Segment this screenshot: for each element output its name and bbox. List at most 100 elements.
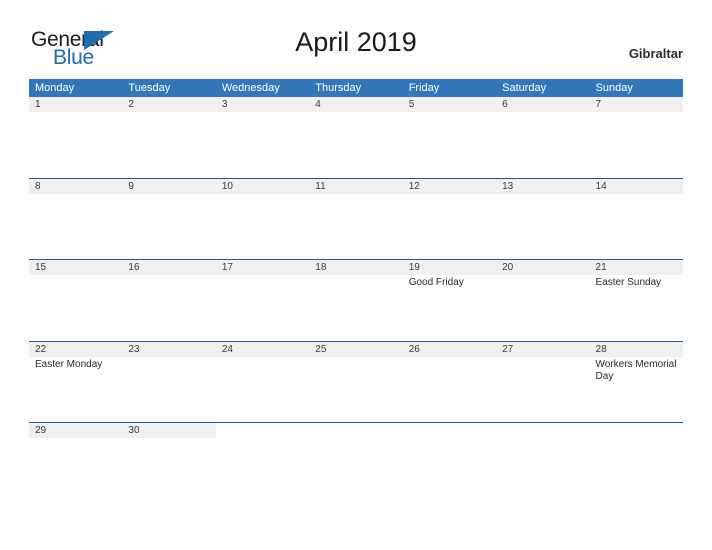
calendar-day-number: 9 xyxy=(128,180,134,192)
calendar-day-number: 16 xyxy=(128,262,140,273)
calendar-day-number: 22 xyxy=(35,343,47,355)
calendar-day-events xyxy=(216,357,309,359)
calendar-day-events xyxy=(29,438,122,440)
calendar-day-cell[interactable]: 4 xyxy=(309,97,403,178)
calendar-day-events xyxy=(403,194,496,196)
calendar-day-cell[interactable]: 16 xyxy=(122,260,216,341)
weekday-header-saturday: Saturday xyxy=(502,82,547,94)
region-label: Gibraltar xyxy=(628,46,683,61)
calendar-day-number: 21 xyxy=(595,262,607,273)
calendar-day-events xyxy=(496,194,589,196)
calendar-week-cells: 15 16 17 18 19 Good Friday 20 21 Easter Sunday xyxy=(29,260,683,341)
calendar-weeks: 1 2 3 4 5 6 7 8 9 10 11 12 13 14 15 16 17 18 19 Good Friday… xyxy=(29,97,683,463)
calendar-day-number: 25 xyxy=(315,343,327,355)
calendar-day-events: Workers Memorial Day xyxy=(590,357,683,384)
calendar-day-number: 28 xyxy=(595,343,607,355)
calendar-day-number: 29 xyxy=(35,425,47,436)
calendar-day-events xyxy=(122,275,215,277)
calendar-day-cell[interactable]: 14 xyxy=(589,178,683,259)
page-title: April 2019 xyxy=(295,27,417,57)
calendar-day-number: 23 xyxy=(128,343,140,355)
calendar-event-label: Easter Monday xyxy=(35,358,103,370)
calendar-day-cell[interactable]: 9 xyxy=(122,178,216,259)
calendar-day-number: 15 xyxy=(35,262,47,273)
calendar-day-events xyxy=(496,112,589,114)
calendar-day-number: 12 xyxy=(408,180,420,192)
calendar-week-cells: 22 Easter Monday 23 24 25 26 27 28 Workers Memor… xyxy=(29,341,683,422)
calendar-day-number: 1 xyxy=(35,99,41,110)
calendar-day-number: 27 xyxy=(502,343,514,355)
calendar-day-cell[interactable]: 1 xyxy=(29,97,123,178)
calendar-event-label: Easter Sunday xyxy=(595,277,662,288)
calendar-day-events xyxy=(309,357,402,359)
weekday-header-row: Monday Tuesday Wednesday Thursday Friday… xyxy=(29,79,683,97)
calendar-day-cell[interactable]: 17 xyxy=(215,260,310,341)
calendar-day-cell-empty xyxy=(215,423,310,463)
calendar-day-cell[interactable]: 24 xyxy=(215,341,310,422)
calendar-day-events xyxy=(122,438,215,440)
calendar-day-cell[interactable]: 5 xyxy=(402,97,497,178)
calendar-event-label: Good Friday xyxy=(408,277,464,288)
calendar-week-row: 8 9 10 11 12 13 14 xyxy=(29,177,683,259)
calendar-day-events xyxy=(216,112,309,114)
calendar-day-cell[interactable]: 3 xyxy=(215,97,310,178)
calendar-day-cell[interactable]: 7 xyxy=(589,97,683,178)
calendar-day-number: 30 xyxy=(128,425,140,436)
calendar-day-cell[interactable]: 20 xyxy=(496,260,590,341)
calendar-day-events: Easter Monday xyxy=(29,357,122,372)
calendar-day-cell[interactable]: 22 Easter Monday xyxy=(29,341,123,422)
calendar-day-events xyxy=(403,357,496,359)
calendar-day-events xyxy=(29,112,122,114)
weekday-header-friday: Friday xyxy=(408,82,440,94)
weekday-header-wednesday: Wednesday xyxy=(221,82,280,94)
calendar-day-cell[interactable]: 29 xyxy=(29,423,123,463)
calendar-day-number: 24 xyxy=(221,343,233,355)
calendar-day-events xyxy=(590,423,683,425)
calendar-day-cell[interactable]: 18 xyxy=(309,260,403,341)
calendar-day-cell[interactable]: 30 xyxy=(122,423,216,463)
calendar-day-cell[interactable]: 26 xyxy=(402,341,497,422)
calendar-day-events xyxy=(590,112,683,114)
page-header: General Blue April 2019 Gibraltar xyxy=(0,0,712,75)
calendar-day-cell[interactable]: 6 xyxy=(496,97,590,178)
calendar-day-events xyxy=(29,275,122,277)
calendar-day-events xyxy=(309,112,402,114)
calendar-day-cell[interactable]: 21 Easter Sunday xyxy=(589,260,683,341)
calendar-day-events xyxy=(309,275,402,277)
calendar-day-events xyxy=(122,357,215,359)
calendar-day-number: 2 xyxy=(128,99,134,110)
calendar-day-number: 5 xyxy=(408,99,415,110)
calendar-day-cell[interactable]: 15 xyxy=(29,260,123,341)
calendar-day-number: 3 xyxy=(221,99,228,110)
calendar-day-cell[interactable]: 28 Workers Memorial Day xyxy=(589,341,683,422)
calendar-week-cells: 1 2 3 4 5 6 7 xyxy=(29,97,683,178)
calendar-day-number: 6 xyxy=(502,99,508,110)
calendar-day-events xyxy=(496,357,589,359)
calendar-day-cell[interactable]: 25 xyxy=(309,341,403,422)
calendar-day-number: 7 xyxy=(595,99,602,110)
calendar-day-cell[interactable]: 2 xyxy=(122,97,216,178)
calendar-day-cell[interactable]: 12 xyxy=(402,178,497,259)
calendar-day-events xyxy=(122,112,215,114)
calendar-day-events xyxy=(216,423,309,425)
calendar-day-events: Easter Sunday xyxy=(590,275,683,290)
weekday-header-monday: Monday xyxy=(35,82,75,94)
calendar-day-number: 14 xyxy=(595,180,607,192)
calendar-day-number: 26 xyxy=(408,343,420,355)
weekday-header-sunday: Sunday xyxy=(595,82,633,94)
calendar-event-label: Workers Memorial Day xyxy=(595,358,677,383)
calendar-week-row: 15 16 17 18 19 Good Friday 20 21 Easter Sunday xyxy=(29,259,683,341)
calendar-day-cell[interactable]: 13 xyxy=(496,178,590,259)
calendar-day-number: 20 xyxy=(502,262,514,273)
calendar-day-cell[interactable]: 10 xyxy=(215,178,310,259)
calendar-day-events xyxy=(122,194,215,196)
calendar-page: General Blue April 2019 Gibraltar Monday… xyxy=(0,0,712,550)
calendar-day-cell[interactable]: 23 xyxy=(122,341,216,422)
calendar-day-cell[interactable]: 11 xyxy=(309,178,403,259)
calendar-day-cell[interactable]: 8 xyxy=(29,178,123,259)
calendar-day-events xyxy=(29,194,122,196)
calendar-week-cells: 8 9 10 11 12 13 14 xyxy=(29,178,683,259)
calendar-day-cell[interactable]: 19 Good Friday xyxy=(402,260,497,341)
calendar-day-cell[interactable]: 27 xyxy=(496,341,590,422)
calendar-day-number: 11 xyxy=(315,180,326,192)
